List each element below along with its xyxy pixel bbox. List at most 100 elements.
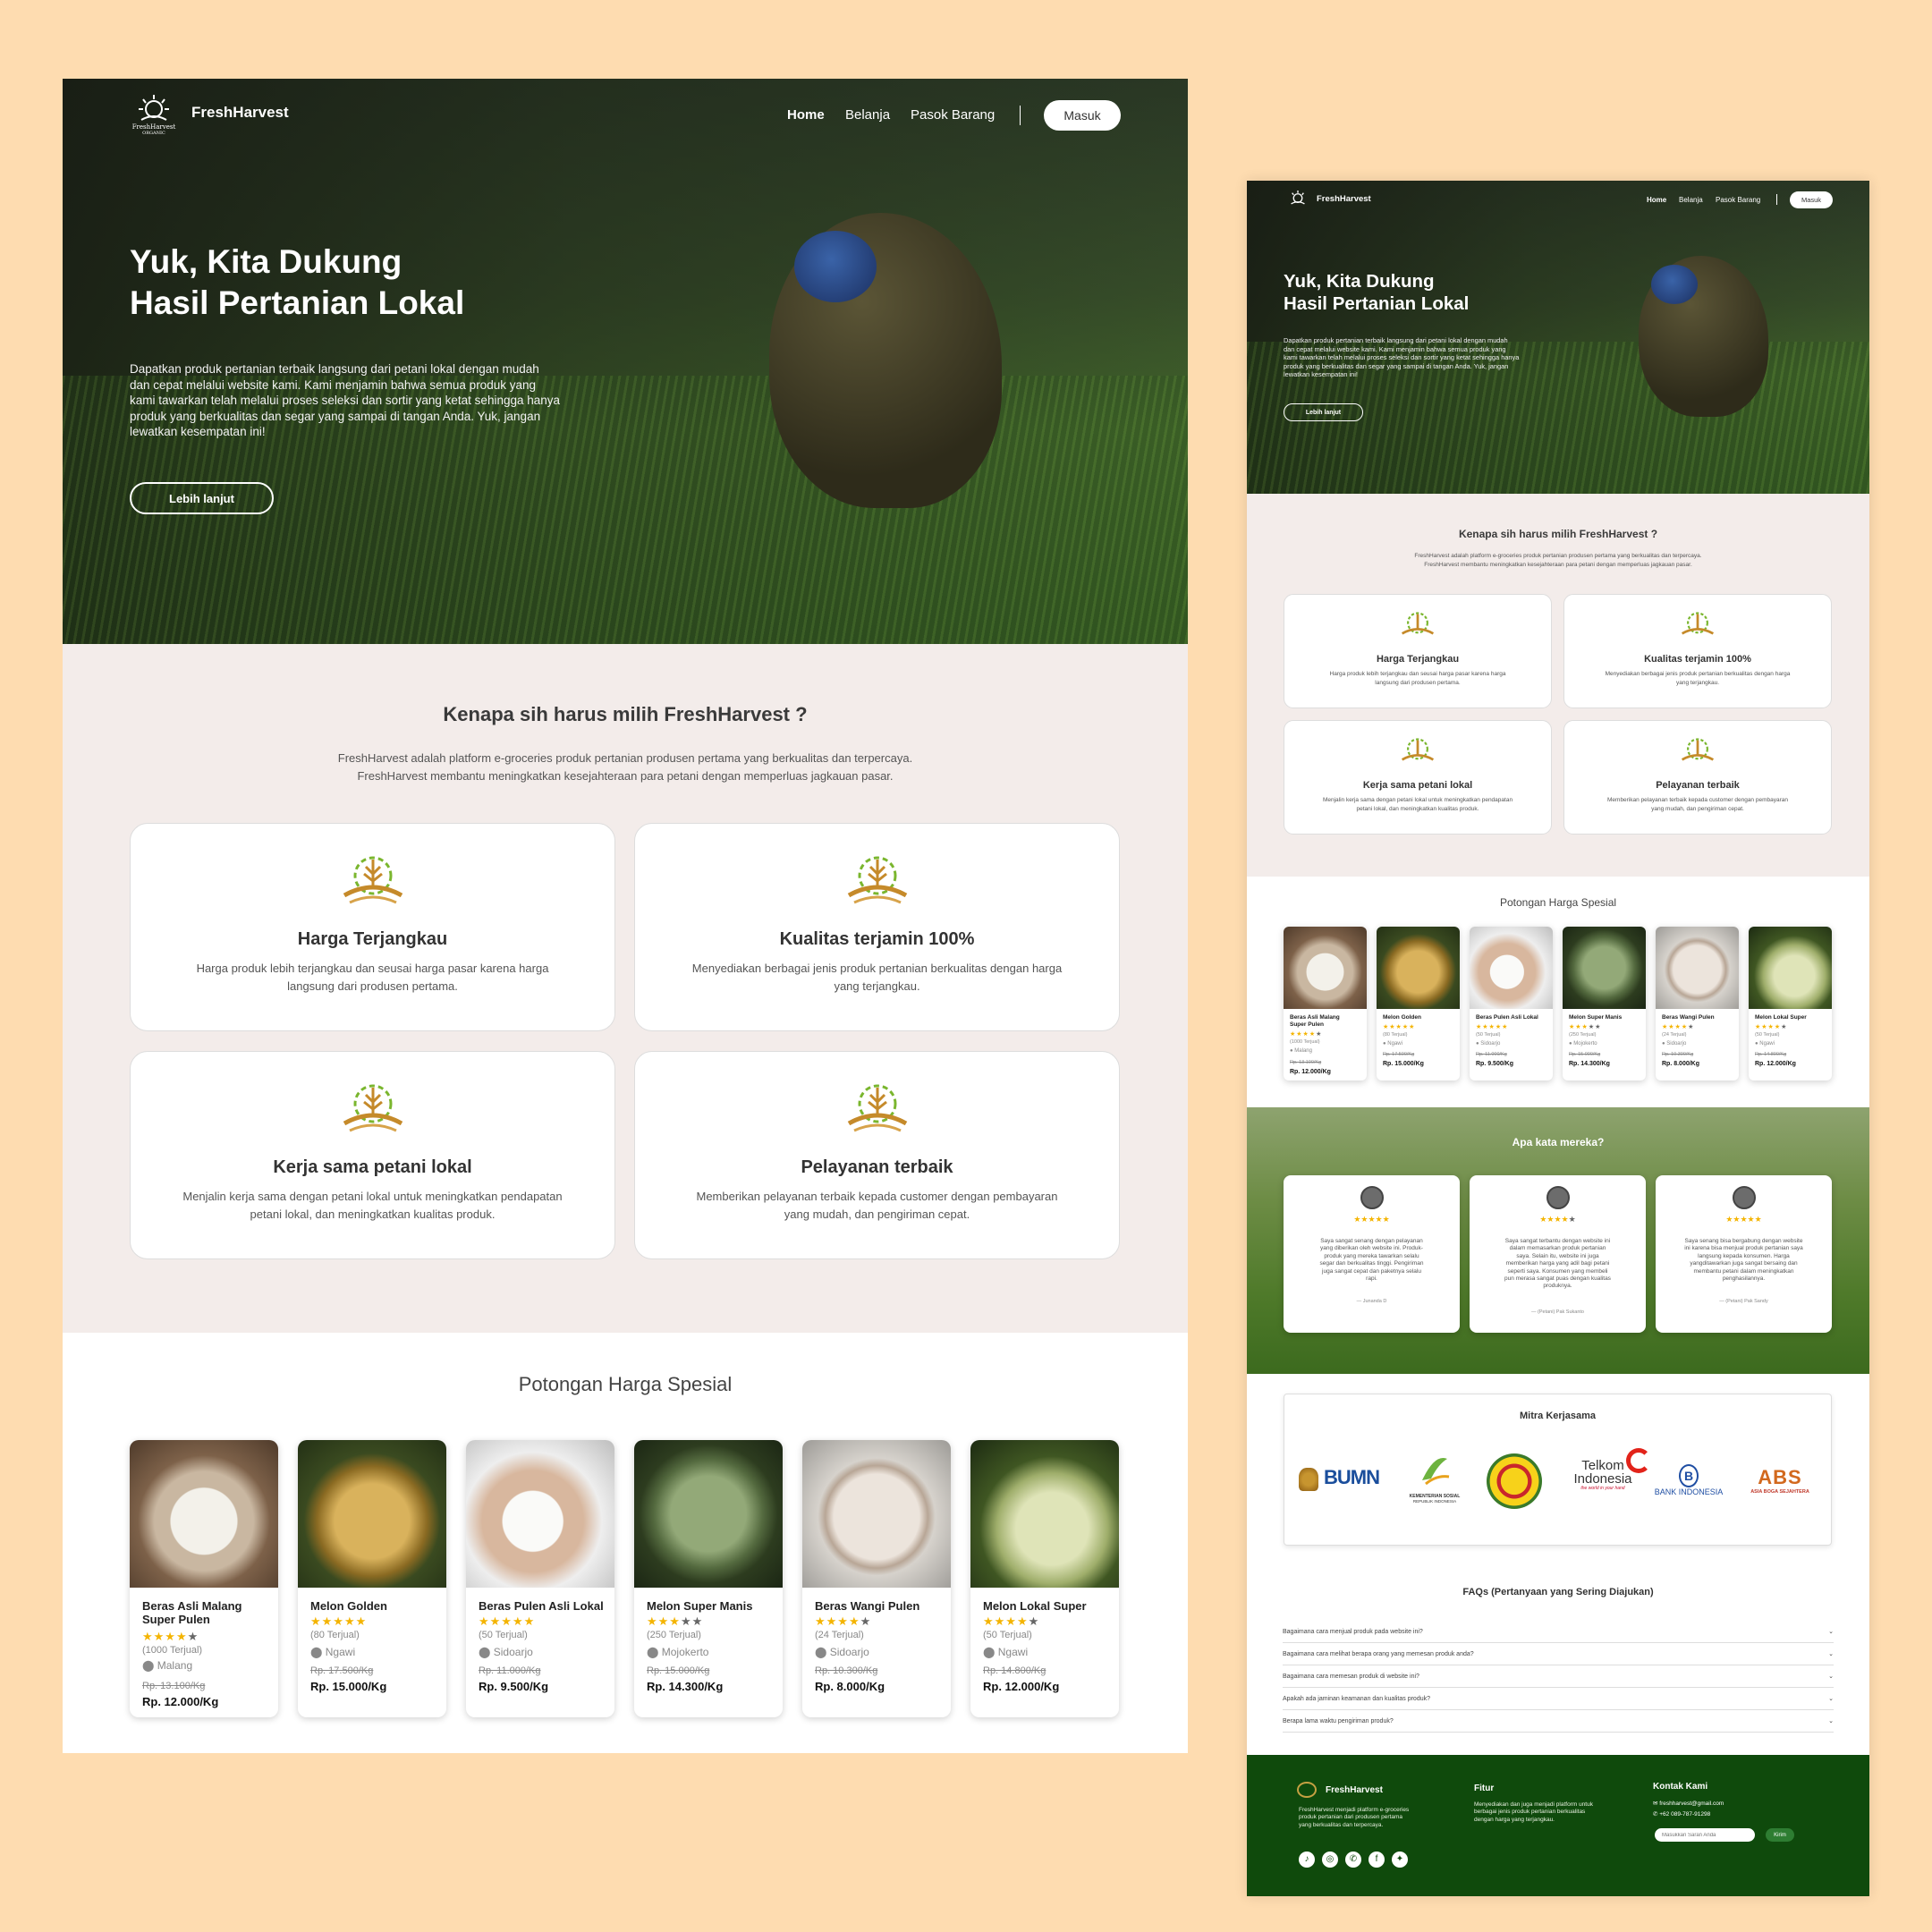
telkom-logo: Telkom Indonesia the world in your hand xyxy=(1558,1448,1651,1491)
footer-phone-text[interactable]: +62 089-787-91298 xyxy=(1659,1811,1710,1818)
rating-stars-filled: ★★★ xyxy=(647,1614,681,1628)
rating-stars-filled: ★★★★ xyxy=(815,1614,860,1628)
product-image[interactable] xyxy=(1377,927,1460,1009)
brand-logo-icon[interactable] xyxy=(1284,190,1311,206)
product-image[interactable] xyxy=(970,1440,1119,1588)
nav-belanja[interactable]: Belanja xyxy=(845,107,890,123)
product-location-text: Ngawi xyxy=(1759,1041,1775,1046)
faq-item[interactable]: Apakah ada jaminan keamanan dan kualitas… xyxy=(1283,1688,1834,1710)
product-name[interactable]: Beras Wangi Pulen xyxy=(815,1599,919,1613)
brand-name[interactable]: FreshHarvest xyxy=(191,104,289,122)
product-image[interactable] xyxy=(802,1440,951,1588)
faq-item[interactable]: Bagaimana cara melihat berapa orang yang… xyxy=(1283,1643,1834,1665)
rating-stars: ★★★★★ xyxy=(1569,1023,1601,1030)
bi-emblem-icon: B xyxy=(1679,1464,1699,1487)
facebook-icon[interactable]: f xyxy=(1368,1851,1385,1868)
faq-item[interactable]: Bagaimana cara memesan produk di website… xyxy=(1283,1665,1834,1688)
brand-name[interactable]: FreshHarvest xyxy=(1317,194,1371,204)
product-card[interactable]: Melon Lokal Super ★★★★★ (50 Terjual) ● N… xyxy=(1749,927,1832,1080)
whatsapp-icon[interactable]: ✆ xyxy=(1345,1851,1361,1868)
footer-brand[interactable]: FreshHarvest xyxy=(1326,1785,1383,1795)
feature-card-kualitas: Kualitas terjamin 100% Menyediakan berba… xyxy=(1563,594,1832,708)
chevron-down-icon[interactable]: ⌄ xyxy=(1828,1717,1834,1724)
faq-question[interactable]: Apakah ada jaminan keamanan dan kualitas… xyxy=(1283,1696,1430,1702)
why-desc-1: FreshHarvest adalah platform e-groceries… xyxy=(337,751,913,765)
footer-about-line: produk pertanian dari produsen pertama xyxy=(1299,1814,1402,1821)
nav-belanja[interactable]: Belanja xyxy=(1679,196,1703,204)
product-old-price: Rp. 14.800/Kg xyxy=(983,1665,1046,1676)
learn-more-button[interactable]: Lebih lanjut xyxy=(130,482,274,514)
login-button[interactable]: Masuk xyxy=(1044,100,1121,131)
tiktok-icon[interactable]: ♪ xyxy=(1299,1851,1315,1868)
product-image[interactable] xyxy=(1749,927,1832,1009)
product-name[interactable]: Melon Super Manis xyxy=(647,1599,752,1613)
testimonial-line: yangditawarkan juga sangat bersaing dan xyxy=(1690,1260,1798,1267)
faq-question[interactable]: Bagaimana cara melihat berapa orang yang… xyxy=(1283,1651,1474,1657)
product-image[interactable] xyxy=(1284,927,1367,1009)
product-name[interactable]: Melon Lokal Super xyxy=(983,1599,1087,1613)
product-card[interactable]: Beras Wangi Pulen ★★★★★ (24 Terjual) ● S… xyxy=(1656,927,1739,1080)
product-card[interactable]: Beras Asli Malang Super Pulen ★★★★★ (1000… xyxy=(130,1440,278,1717)
footer-email[interactable]: ✉ freshharvest@gmail.com xyxy=(1653,1800,1724,1807)
send-button[interactable]: Kirim xyxy=(1766,1828,1794,1842)
nav-home[interactable]: Home xyxy=(787,107,825,123)
faq-item[interactable]: Berapa lama waktu pengiriman produk? ⌄ xyxy=(1283,1710,1834,1733)
instagram-icon[interactable]: ◎ xyxy=(1322,1851,1338,1868)
product-card[interactable]: Melon Golden ★★★★★ (80 Terjual) ● Ngawi … xyxy=(1377,927,1460,1080)
telkom-tagline: the world in your hand xyxy=(1580,1486,1625,1491)
product-name[interactable]: Beras Pulen Asli Lokal xyxy=(479,1599,604,1613)
product-image[interactable] xyxy=(466,1440,614,1588)
product-card[interactable]: Melon Golden ★★★★★ (80 Terjual) ⬤ Ngawi … xyxy=(298,1440,446,1717)
nav-home[interactable]: Home xyxy=(1647,196,1666,204)
suggestion-input[interactable] xyxy=(1655,1828,1755,1842)
faq-question[interactable]: Berapa lama waktu pengiriman produk? xyxy=(1283,1718,1394,1724)
product-card[interactable]: Beras Wangi Pulen ★★★★★ (24 Terjual) ⬤ S… xyxy=(802,1440,951,1717)
product-card[interactable]: Beras Asli Malang Super Pulen ★★★★★ (1000… xyxy=(1284,927,1367,1080)
product-card[interactable]: Melon Super Manis ★★★★★ (250 Terjual) ● … xyxy=(1563,927,1646,1080)
product-card[interactable]: Melon Super Manis ★★★★★ (250 Terjual) ⬤ … xyxy=(634,1440,783,1717)
product-image[interactable] xyxy=(130,1440,278,1588)
product-sold-count: (250 Terjual) xyxy=(1569,1032,1597,1038)
footer-email-text[interactable]: freshharvest@gmail.com xyxy=(1659,1801,1724,1807)
faq-question[interactable]: Bagaimana cara memesan produk di website… xyxy=(1283,1674,1419,1680)
product-image[interactable] xyxy=(298,1440,446,1588)
footer-fitur-title: Fitur xyxy=(1474,1784,1495,1793)
feature-desc-line: langsung dari produsen pertama. xyxy=(287,979,458,993)
product-name[interactable]: Beras Asli Malang Super Pulen xyxy=(142,1599,242,1626)
kemensos-logo: KEMENTERIAN SOSIAL REPUBLIK INDONESIA xyxy=(1402,1453,1467,1504)
rating-stars: ★★★★★ xyxy=(983,1614,1039,1629)
product-name[interactable]: Beras Wangi Pulen xyxy=(1662,1014,1715,1021)
chevron-down-icon[interactable]: ⌄ xyxy=(1828,1650,1834,1657)
faq-question[interactable]: Bagaimana cara menjual produk pada websi… xyxy=(1283,1629,1423,1635)
learn-more-button[interactable]: Lebih lanjut xyxy=(1284,403,1363,421)
product-name[interactable]: Melon Golden xyxy=(310,1599,387,1613)
farmer-cap xyxy=(794,231,877,302)
product-image[interactable] xyxy=(1656,927,1739,1009)
twitter-icon[interactable]: ✦ xyxy=(1392,1851,1408,1868)
chevron-down-icon[interactable]: ⌄ xyxy=(1828,1673,1834,1680)
product-card[interactable]: Melon Lokal Super ★★★★★ (50 Terjual) ⬤ N… xyxy=(970,1440,1119,1717)
product-name[interactable]: Melon Golden xyxy=(1383,1014,1421,1021)
product-name[interactable]: Beras Asli Malang Super Pulen xyxy=(1290,1014,1340,1029)
nav-pasok-barang[interactable]: Pasok Barang xyxy=(1716,196,1760,204)
chevron-down-icon[interactable]: ⌄ xyxy=(1828,1628,1834,1635)
nav-pasok-barang[interactable]: Pasok Barang xyxy=(911,107,995,123)
product-card[interactable]: Beras Pulen Asli Lokal ★★★★★ (50 Terjual… xyxy=(1470,927,1553,1080)
product-name[interactable]: Beras Pulen Asli Lokal xyxy=(1476,1014,1538,1021)
product-image[interactable] xyxy=(1470,927,1553,1009)
product-location: ⬤ Ngawi xyxy=(983,1646,1028,1658)
footer-phone[interactable]: ✆ +62 089-787-91298 xyxy=(1653,1810,1710,1818)
product-old-price: Rp. 14.800/Kg xyxy=(1755,1052,1787,1057)
product-image[interactable] xyxy=(1563,927,1646,1009)
product-image[interactable] xyxy=(634,1440,783,1588)
product-card[interactable]: Beras Pulen Asli Lokal ★★★★★ (50 Terjual… xyxy=(466,1440,614,1717)
rating-stars-filled: ★★★★★ xyxy=(1353,1215,1390,1224)
telkom-subtext: Indonesia xyxy=(1573,1471,1632,1487)
faq-item[interactable]: Bagaimana cara menjual produk pada websi… xyxy=(1283,1621,1834,1643)
brand-logo-icon[interactable]: FreshHarvest ORGANIC xyxy=(129,93,179,136)
login-button[interactable]: Masuk xyxy=(1790,191,1833,208)
product-name[interactable]: Melon Lokal Super xyxy=(1755,1014,1807,1021)
chevron-down-icon[interactable]: ⌄ xyxy=(1828,1695,1834,1702)
feature-card-kerjasama: Kerja sama petani lokal Menjalin kerja s… xyxy=(1284,720,1552,835)
product-name[interactable]: Melon Super Manis xyxy=(1569,1014,1622,1021)
